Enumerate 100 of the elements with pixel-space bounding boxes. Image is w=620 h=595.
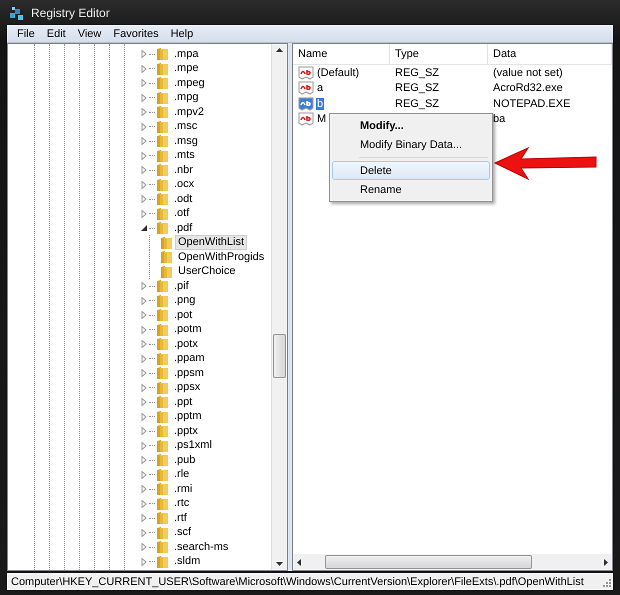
tree-item[interactable]: .odt [171, 192, 196, 207]
menu-item[interactable]: Delete [332, 161, 490, 180]
tree-item[interactable]: OpenWithProgids [175, 250, 268, 265]
tree-item[interactable]: .pot [171, 308, 196, 323]
scroll-down-icon[interactable] [276, 562, 283, 566]
menu-item[interactable]: File [11, 28, 41, 40]
tree-item[interactable]: .otf [171, 206, 192, 222]
tree-item[interactable]: .ppsm [171, 366, 207, 381]
expand-icon[interactable] [141, 122, 147, 131]
folder-icon [156, 148, 169, 163]
tree-item[interactable]: .ppsx [171, 380, 204, 396]
menu-item[interactable]: Help [164, 28, 200, 40]
expand-icon[interactable] [141, 79, 147, 88]
folder-icon [160, 236, 173, 250]
expand-icon[interactable] [141, 412, 147, 421]
tree-item[interactable]: .pptx [171, 424, 201, 439]
horizontal-scrollbar[interactable] [293, 554, 612, 570]
expand-icon[interactable] [141, 296, 147, 305]
value-name[interactable]: a [316, 82, 324, 94]
tree-item[interactable]: .pub [171, 452, 198, 468]
expand-icon[interactable] [141, 137, 147, 146]
expand-icon[interactable] [141, 354, 147, 363]
value-name[interactable]: M [316, 113, 328, 126]
column-header[interactable]: Data [488, 44, 612, 64]
tree-item[interactable]: .pif [171, 278, 192, 294]
menu-item[interactable]: Rename [332, 180, 490, 199]
tree-item[interactable]: .ppam [171, 351, 208, 366]
expand-icon[interactable] [141, 384, 147, 392]
expand-icon[interactable] [141, 485, 147, 494]
scroll-thumb[interactable] [325, 555, 532, 569]
folder-icon [156, 337, 169, 352]
value-name[interactable]: b [316, 98, 324, 110]
expand-icon[interactable] [141, 340, 147, 348]
expand-icon[interactable] [141, 282, 147, 290]
tree-item[interactable]: .rtf [171, 510, 190, 526]
scroll-right-icon[interactable] [604, 558, 608, 566]
scroll-up-icon[interactable] [276, 48, 283, 52]
scroll-thumb[interactable] [273, 334, 286, 378]
folder-icon [156, 206, 169, 221]
tree-item[interactable]: .sldm [171, 554, 204, 570]
tree-item[interactable]: .mpa [171, 46, 202, 62]
expand-icon[interactable] [141, 180, 147, 189]
tree-item[interactable]: .pdf [171, 220, 196, 236]
menu-item[interactable]: View [72, 28, 108, 40]
resize-grip-icon[interactable] [601, 576, 611, 586]
expand-icon[interactable] [141, 311, 147, 320]
expand-icon[interactable] [141, 369, 147, 378]
column-header[interactable]: Type [390, 44, 488, 64]
expand-icon[interactable] [141, 470, 147, 479]
tree-item[interactable]: .search-ms [171, 540, 232, 555]
expand-icon[interactable] [141, 500, 147, 508]
tree-item[interactable]: .potm [171, 322, 205, 338]
tree-item[interactable]: .png [171, 293, 198, 308]
tree-item[interactable]: .rtc [171, 496, 192, 512]
expand-icon[interactable] [141, 442, 147, 450]
scroll-left-icon[interactable] [297, 558, 301, 566]
tree-item[interactable]: .mpg [171, 90, 202, 106]
tree-item[interactable]: .ocx [171, 177, 198, 192]
expand-icon[interactable] [141, 514, 147, 522]
tree-item[interactable]: .rmi [171, 482, 196, 497]
menu-item[interactable]: Modify Binary Data... [332, 135, 490, 154]
tree-item[interactable]: .pptm [171, 409, 205, 424]
expand-icon[interactable] [141, 94, 147, 102]
tree-item[interactable]: OpenWithList [175, 235, 248, 250]
tree-item[interactable]: .nbr [171, 162, 196, 178]
tree-item[interactable]: .rle [171, 467, 192, 482]
expand-icon[interactable] [141, 166, 147, 174]
expand-icon[interactable] [141, 50, 147, 58]
tree-item[interactable]: UserChoice [175, 264, 238, 280]
expand-icon[interactable] [141, 195, 147, 204]
expand-icon[interactable] [141, 326, 147, 334]
column-header[interactable]: Name [293, 44, 390, 64]
tree-item[interactable]: .msc [171, 119, 200, 134]
tree-item[interactable]: .potx [171, 336, 201, 352]
expand-icon[interactable] [141, 64, 147, 73]
expand-icon[interactable] [141, 543, 147, 552]
expand-icon[interactable] [141, 558, 147, 566]
tree-item[interactable]: .mpeg [171, 76, 208, 91]
tree-item[interactable]: .msg [171, 134, 201, 149]
expand-icon[interactable] [141, 398, 147, 406]
string-value-icon [298, 66, 314, 80]
menu-item[interactable]: Edit [40, 28, 72, 40]
tree-item[interactable]: .ps1xml [171, 438, 215, 454]
expand-icon[interactable] [141, 210, 147, 218]
expand-icon[interactable] [141, 152, 147, 160]
folder-icon [156, 395, 169, 410]
expand-icon[interactable] [141, 456, 147, 464]
expand-icon[interactable] [141, 427, 147, 436]
expand-icon[interactable] [141, 108, 147, 116]
menu-item[interactable]: Favorites [107, 28, 165, 40]
expand-icon[interactable] [141, 528, 147, 537]
tree-item[interactable]: .scf [171, 525, 194, 540]
tree-item[interactable]: .mts [171, 148, 198, 164]
value-name[interactable]: (Default) [316, 66, 360, 79]
tree-item[interactable]: .mpe [171, 61, 202, 76]
tree-item[interactable]: .ppt [171, 394, 196, 410]
collapse-icon[interactable] [141, 225, 147, 232]
vertical-scrollbar[interactable] [271, 44, 287, 570]
menu-item[interactable]: Modify... [332, 116, 490, 135]
tree-item[interactable]: .mpv2 [171, 104, 207, 120]
